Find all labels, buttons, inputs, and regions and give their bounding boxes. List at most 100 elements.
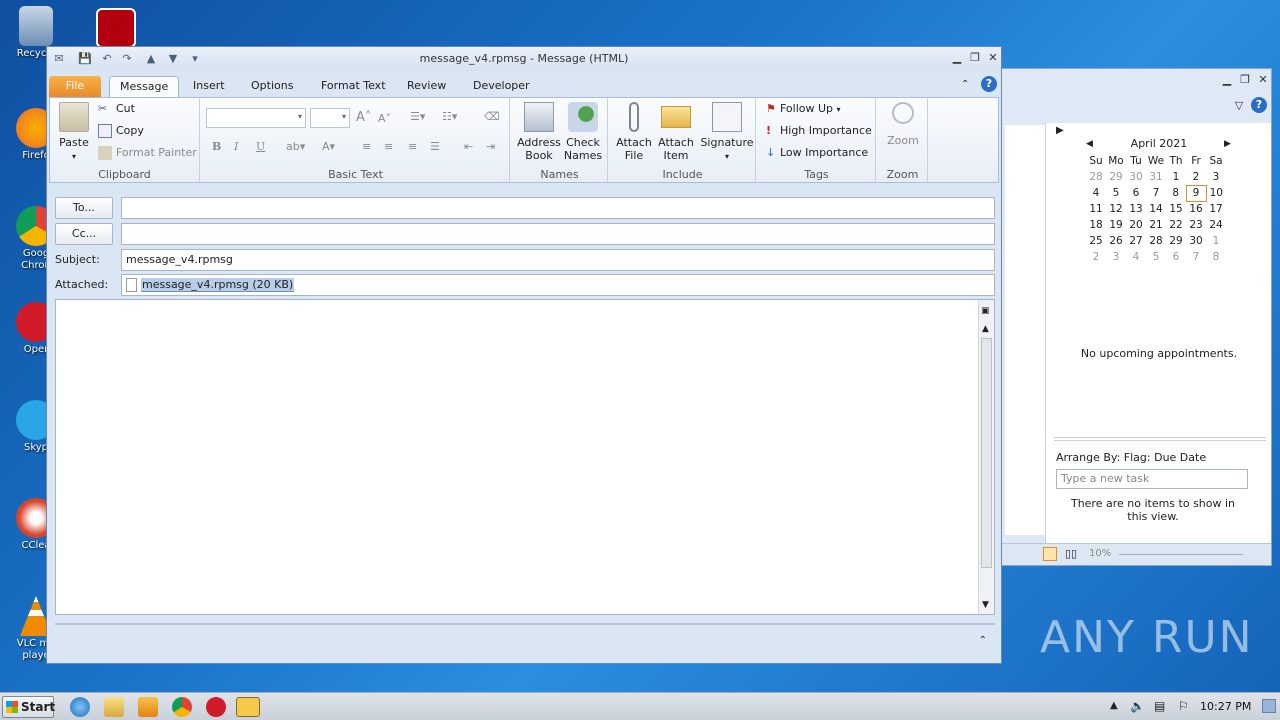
calendar-day[interactable]: 22: [1166, 217, 1186, 233]
high-importance-button[interactable]: ! High Importance: [766, 124, 872, 138]
tab-format-text[interactable]: Format Text: [311, 76, 396, 97]
calendar-day[interactable]: 5: [1106, 185, 1126, 201]
decrease-indent-icon[interactable]: ⇤: [464, 140, 473, 153]
low-importance-button[interactable]: ↓ Low Importance: [766, 146, 868, 160]
calendar-day[interactable]: 16: [1186, 201, 1206, 217]
arrange-by[interactable]: Arrange By: Flag: Due Date: [1056, 451, 1206, 464]
calendar-day[interactable]: 4: [1086, 185, 1106, 201]
calendar-day[interactable]: 3: [1206, 169, 1226, 185]
calendar-day[interactable]: 9: [1185, 184, 1207, 202]
desktop-icon-acrobat[interactable]: [88, 8, 144, 50]
chevron-down-icon[interactable]: ▽: [1231, 99, 1247, 113]
calendar-day[interactable]: 4: [1126, 249, 1146, 265]
calendar-day[interactable]: 6: [1126, 185, 1146, 201]
grow-font-icon[interactable]: A˄: [356, 110, 371, 125]
scroll-thumb[interactable]: [981, 338, 992, 568]
bold-icon[interactable]: B: [212, 140, 221, 153]
calendar-day[interactable]: 21: [1146, 217, 1166, 233]
calendar-day[interactable]: 17: [1206, 201, 1226, 217]
calendar-day[interactable]: 10: [1206, 185, 1226, 201]
calendar-day[interactable]: 31: [1146, 169, 1166, 185]
calendar-day[interactable]: 6: [1166, 249, 1186, 265]
bullets-icon[interactable]: ☰▾: [410, 110, 425, 123]
shrink-font-icon[interactable]: A˅: [378, 112, 391, 125]
network-icon[interactable]: ▤: [1154, 699, 1165, 713]
highlight-icon[interactable]: ab▾: [286, 140, 305, 153]
flag-icon[interactable]: ⚐: [1178, 699, 1189, 713]
restore-icon[interactable]: ❐: [1237, 73, 1253, 87]
cc-button[interactable]: Cc...: [55, 223, 113, 245]
media-player-icon[interactable]: [138, 697, 158, 717]
collapse-ribbon-icon[interactable]: ⌃: [961, 79, 969, 90]
calendar-day[interactable]: 19: [1106, 217, 1126, 233]
calendar-day[interactable]: 29: [1166, 233, 1186, 249]
calendar-day[interactable]: 25: [1086, 233, 1106, 249]
scroll-down-icon[interactable]: ▼: [982, 600, 989, 610]
todo-divider[interactable]: [1054, 437, 1266, 441]
expand-pane-icon[interactable]: ⌃: [979, 635, 987, 646]
calendar-day[interactable]: 30: [1126, 169, 1146, 185]
zoom-slider[interactable]: [1119, 554, 1243, 555]
cc-field[interactable]: [121, 223, 995, 245]
signature-button[interactable]: Signature ▾: [700, 102, 754, 163]
volume-icon[interactable]: 🔈: [1130, 699, 1145, 713]
close-icon[interactable]: ✕: [985, 51, 1001, 65]
chrome-icon[interactable]: [172, 697, 192, 717]
cut-button[interactable]: ✂ Cut: [98, 102, 135, 116]
font-size-select[interactable]: ▾: [310, 108, 350, 128]
tab-message[interactable]: Message: [109, 76, 180, 97]
ie-icon[interactable]: [70, 697, 90, 717]
help-icon[interactable]: ?: [1251, 97, 1267, 113]
body-scrollbar[interactable]: ▣ ▲ ▼: [978, 300, 994, 614]
calendar-day[interactable]: 20: [1126, 217, 1146, 233]
message-body[interactable]: ▣ ▲ ▼: [55, 299, 995, 615]
calendar-day[interactable]: 28: [1086, 169, 1106, 185]
calendar-day[interactable]: 24: [1206, 217, 1226, 233]
align-right-icon[interactable]: ≡: [408, 140, 417, 153]
font-color-icon[interactable]: A▾: [322, 140, 335, 153]
font-family-select[interactable]: ▾: [206, 108, 306, 128]
subject-field[interactable]: message_v4.rpmsg: [121, 249, 995, 271]
calendar-day[interactable]: 23: [1186, 217, 1206, 233]
tab-options[interactable]: Options: [241, 76, 303, 97]
check-names-button[interactable]: Check Names: [562, 102, 604, 162]
close-icon[interactable]: ✕: [1255, 73, 1271, 87]
reading-view-icon[interactable]: ▯▯: [1065, 547, 1077, 560]
calendar-day[interactable]: 7: [1186, 249, 1206, 265]
calendar-day[interactable]: 12: [1106, 201, 1126, 217]
calendar-day[interactable]: 13: [1126, 201, 1146, 217]
minimize-icon[interactable]: ▁: [949, 51, 965, 65]
numbering-icon[interactable]: ☷▾: [442, 110, 457, 123]
paste-button[interactable]: Paste ▾: [56, 102, 92, 163]
attach-item-button[interactable]: Attach Item: [656, 102, 696, 162]
calendar-day[interactable]: 1: [1206, 233, 1226, 249]
calendar-day[interactable]: 27: [1126, 233, 1146, 249]
outlook-icon[interactable]: [236, 697, 260, 717]
calendar-day[interactable]: 15: [1166, 201, 1186, 217]
calendar-day[interactable]: 29: [1106, 169, 1126, 185]
tab-review[interactable]: Review: [397, 76, 456, 97]
increase-indent-icon[interactable]: ⇥: [486, 140, 495, 153]
start-button[interactable]: Start: [2, 696, 55, 718]
calendar-day[interactable]: 7: [1146, 185, 1166, 201]
calendar-day[interactable]: 1: [1166, 169, 1186, 185]
calendar-day[interactable]: 14: [1146, 201, 1166, 217]
attach-file-button[interactable]: Attach File: [614, 102, 654, 162]
calendar-day[interactable]: 26: [1106, 233, 1126, 249]
follow-up-button[interactable]: ⚑ Follow Up ▾: [766, 102, 841, 116]
to-field[interactable]: [121, 197, 995, 219]
normal-view-icon[interactable]: [1043, 547, 1057, 561]
help-icon[interactable]: ?: [981, 76, 997, 92]
calendar-day[interactable]: 11: [1086, 201, 1106, 217]
zoom-button[interactable]: Zoom: [882, 102, 924, 147]
italic-icon[interactable]: I: [234, 140, 238, 153]
explorer-icon[interactable]: [104, 697, 124, 717]
calendar-day[interactable]: 30: [1186, 233, 1206, 249]
format-painter-button[interactable]: Format Painter: [98, 146, 197, 160]
justify-icon[interactable]: ☰: [430, 140, 440, 153]
calendar-day[interactable]: 8: [1166, 185, 1186, 201]
tray-arrow-icon[interactable]: ▲: [1110, 700, 1118, 711]
attachment-item[interactable]: message_v4.rpmsg (20 KB): [141, 278, 295, 292]
copy-button[interactable]: Copy: [98, 124, 144, 138]
minimize-icon[interactable]: ▁: [1219, 73, 1235, 87]
